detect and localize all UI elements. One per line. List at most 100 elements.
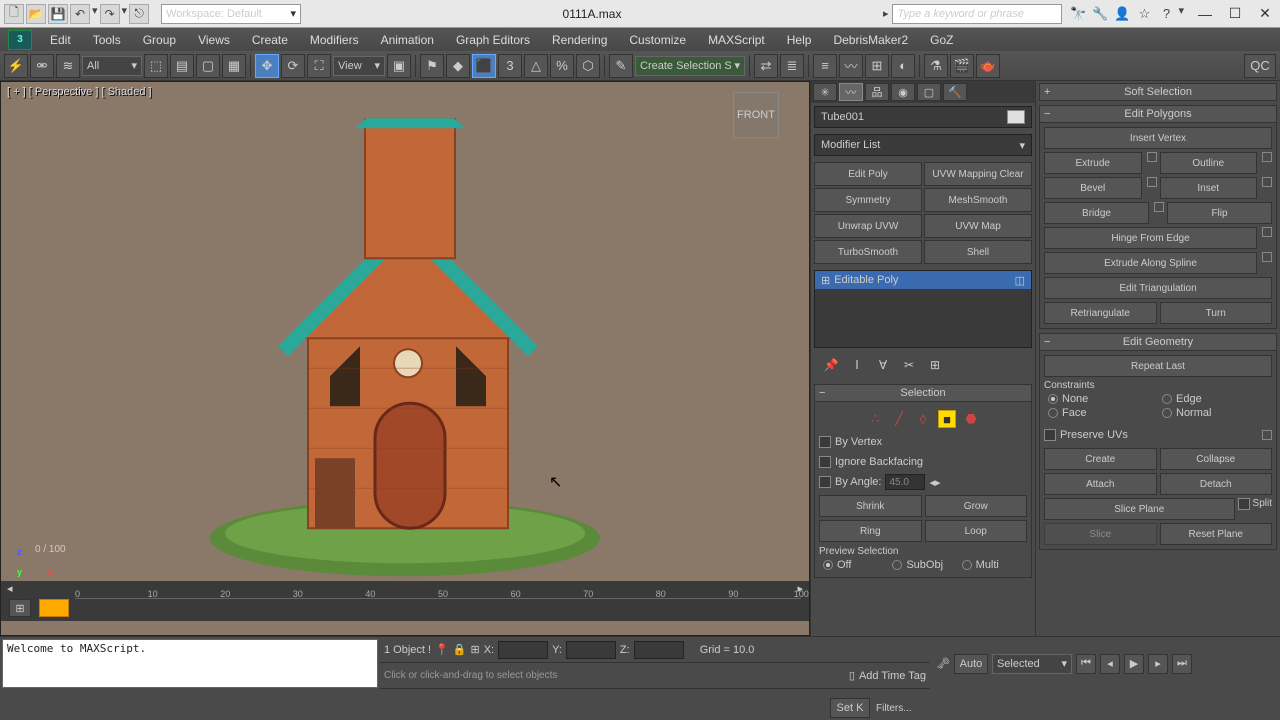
angle-snap-icon[interactable]: △ [524,54,548,78]
search-input[interactable]: Type a keyword or phrase [892,4,1062,24]
select-name-icon[interactable]: ▤ [170,54,194,78]
pin-stack-icon[interactable]: 📌 [822,358,840,372]
ring-button[interactable]: Ring [819,520,922,542]
soft-sel-header[interactable]: +Soft Selection [1039,83,1277,101]
edge-subobj-icon[interactable]: ╱ [890,410,908,428]
viewport-label[interactable]: [ + ] [ Perspective ] [ Shaded ] [7,86,152,98]
snap-3-icon[interactable]: 3 [498,54,522,78]
modifier-list-combo[interactable]: Modifier List▾ [814,134,1032,156]
vertex-subobj-icon[interactable]: ∴ [866,410,884,428]
mirror-icon[interactable]: ⇄ [754,54,778,78]
move-icon[interactable]: ✥ [255,54,279,78]
inset-settings-icon[interactable] [1262,177,1272,187]
border-subobj-icon[interactable]: ◊ [914,410,932,428]
stack-editable-poly[interactable]: ⊞ Editable Poly ◫ [815,271,1031,289]
retriangulate-button[interactable]: Retriangulate [1044,302,1157,324]
create-button[interactable]: Create [1044,448,1157,470]
mod-turbosmooth[interactable]: TurboSmooth [814,240,922,264]
user-icon[interactable]: 👤 [1112,4,1132,24]
keymode-icon[interactable]: ◆ [446,54,470,78]
utilities-tab-icon[interactable]: 🔨 [943,83,967,101]
time-config-icon[interactable]: ⊞ [9,599,31,617]
menu-edit[interactable]: Edit [40,30,81,50]
render-icon[interactable]: 🫖 [976,54,1000,78]
extrude-spline-settings-icon[interactable] [1262,252,1272,262]
align-icon[interactable]: ≣ [780,54,804,78]
open-icon[interactable]: 📂 [26,4,46,24]
inset-button[interactable]: Inset [1160,177,1258,199]
unlink-icon[interactable]: ⚮ [30,54,54,78]
grow-button[interactable]: Grow [925,495,1028,517]
lock2-icon[interactable]: 🔒 [453,643,467,656]
z-field[interactable] [634,641,684,659]
stack-vis-icon[interactable]: ◫ [1015,274,1025,287]
add-time-tag[interactable]: Add Time Tag [859,670,926,682]
pivot-icon[interactable]: ▣ [387,54,411,78]
lock-icon[interactable]: 📍 [435,643,449,656]
menu-tools[interactable]: Tools [83,30,131,50]
menu-grapheditors[interactable]: Graph Editors [446,30,540,50]
tag-icon[interactable]: ▯ [849,669,855,682]
goto-end-icon[interactable]: ⏭ [1172,654,1192,674]
menu-animation[interactable]: Animation [371,30,444,50]
percent-snap-icon[interactable]: % [550,54,574,78]
edit-geom-header[interactable]: −Edit Geometry [1039,333,1277,351]
split-check[interactable] [1238,498,1250,510]
menu-create[interactable]: Create [242,30,298,50]
close-button[interactable]: ✕ [1250,5,1280,22]
constraint-face-radio[interactable] [1048,408,1058,418]
create-tab-icon[interactable]: ✳ [813,83,837,101]
snap-toggle-icon[interactable]: ⬛ [472,54,496,78]
scale-icon[interactable]: ⛶ [307,54,331,78]
menu-group[interactable]: Group [133,30,186,50]
turn-button[interactable]: Turn [1160,302,1273,324]
key-filters-link[interactable]: Filters... [876,703,912,714]
by-angle-check[interactable] [819,476,831,488]
show-end-icon[interactable]: Ⅰ [848,358,866,372]
render-frame-icon[interactable]: 🎬 [950,54,974,78]
polygon-subobj-icon[interactable]: ■ [938,410,956,428]
spinner-snap-icon[interactable]: ⬡ [576,54,600,78]
edit-polys-header[interactable]: −Edit Polygons [1039,105,1277,123]
help-icon[interactable]: ? [1156,4,1176,24]
flip-button[interactable]: Flip [1167,202,1272,224]
outline-settings-icon[interactable] [1262,152,1272,162]
rotate-icon[interactable]: ⟳ [281,54,305,78]
viewcube[interactable]: FRONT [733,92,779,138]
select-icon[interactable]: ⬚ [144,54,168,78]
schematic-icon[interactable]: ⊞ [865,54,889,78]
by-vertex-check[interactable] [819,436,831,448]
timeline-ruler[interactable]: 010 2030 4050 6070 8090 100 [75,598,801,618]
shrink-button[interactable]: Shrink [819,495,922,517]
menu-debrismaker[interactable]: DebrisMaker2 [823,30,918,50]
material-editor-icon[interactable]: ◐ [891,54,915,78]
workspace-combo[interactable]: Workspace: Default▾ [161,4,301,24]
next-frame-icon[interactable]: ▸ [1148,654,1168,674]
menu-maxscript[interactable]: MAXScript [698,30,775,50]
angle-spinner[interactable] [885,474,925,490]
mod-uvwmap[interactable]: UVW Map [924,214,1032,238]
preview-multi-radio[interactable] [962,560,972,570]
rect-select-icon[interactable]: ▢ [196,54,220,78]
binoculars-icon[interactable]: 🔭 [1068,4,1088,24]
app-logo-icon[interactable]: 3 [8,30,32,50]
extrude-settings-icon[interactable] [1147,152,1157,162]
play-icon[interactable]: ▶ [1124,654,1144,674]
outline-button[interactable]: Outline [1160,152,1258,174]
render-setup-icon[interactable]: ⚗ [924,54,948,78]
loop-button[interactable]: Loop [925,520,1028,542]
selection-set-combo[interactable]: Create Selection S▾ [635,56,745,76]
curve-editor-icon[interactable]: 〰 [839,54,863,78]
undo-icon[interactable]: ↶ [70,4,90,24]
hinge-button[interactable]: Hinge From Edge [1044,227,1257,249]
select-link-icon[interactable]: ⚡ [4,54,28,78]
mod-editpoly[interactable]: Edit Poly [814,162,922,186]
qc-button[interactable]: QC [1244,54,1276,78]
setkey-button[interactable]: Set K [830,698,870,718]
modifier-stack[interactable]: ⊞ Editable Poly ◫ [814,270,1032,348]
constraint-none-radio[interactable] [1048,394,1058,404]
named-set-icon[interactable]: ✎ [609,54,633,78]
bevel-button[interactable]: Bevel [1044,177,1142,199]
viewport[interactable]: [ + ] [ Perspective ] [ Shaded ] FRONT [0,81,810,636]
display-tab-icon[interactable]: ▢ [917,83,941,101]
